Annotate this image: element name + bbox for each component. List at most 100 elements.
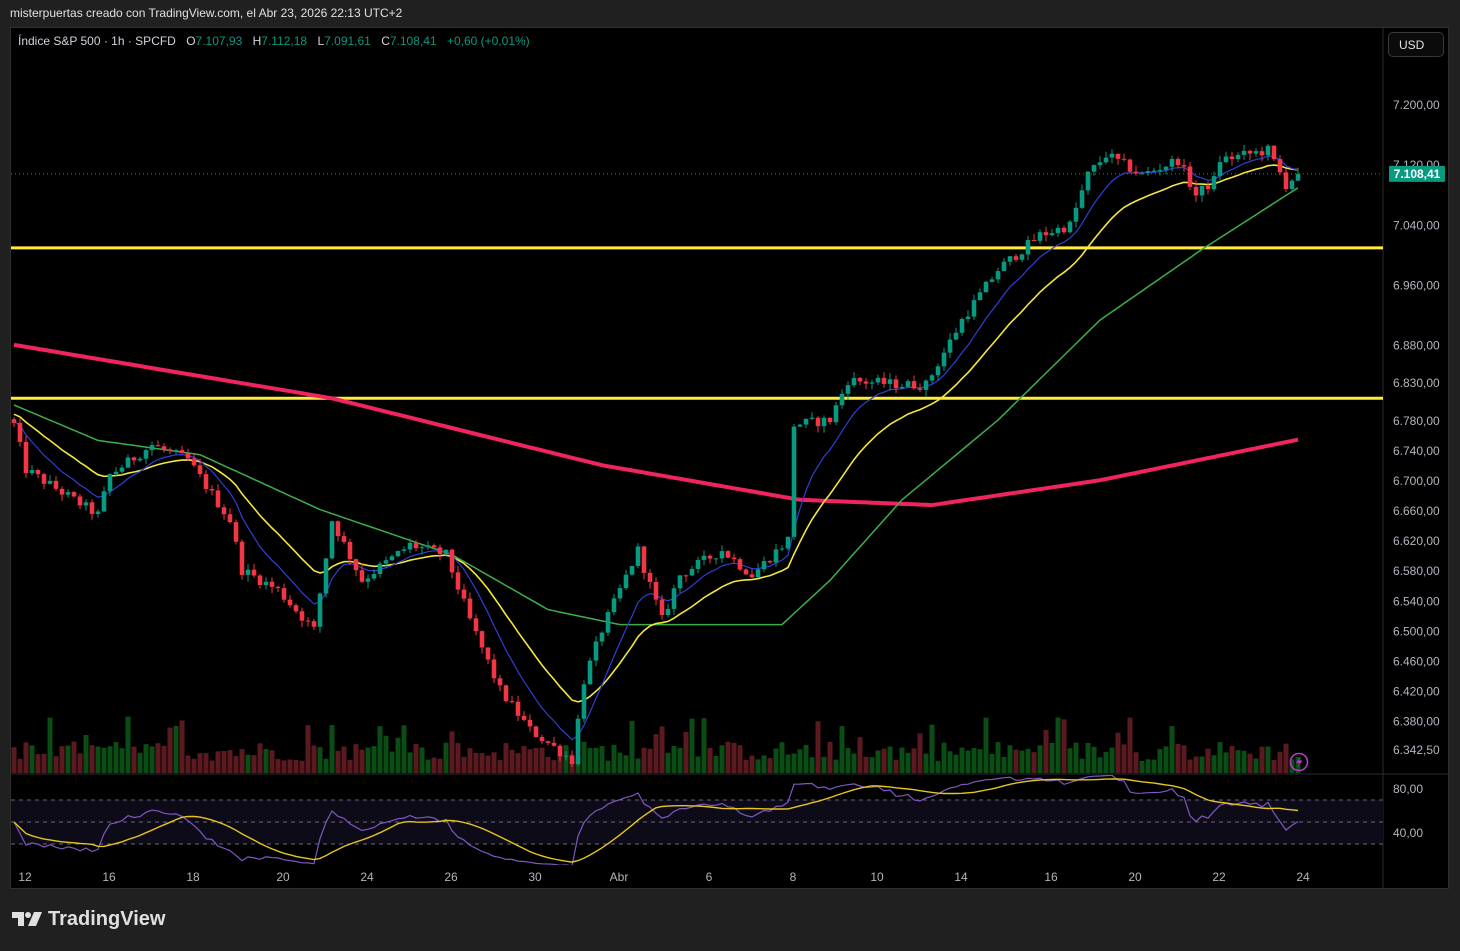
candle-body	[839, 393, 845, 406]
candle-body	[329, 521, 335, 559]
candle-body	[29, 470, 35, 474]
candle-body	[383, 560, 389, 564]
volume-bar	[287, 759, 293, 773]
volume-bar	[767, 758, 773, 773]
candle-body	[275, 586, 281, 589]
volume-bar	[413, 743, 419, 773]
price-tick-label: 6.700,00	[1393, 474, 1440, 488]
volume-bar	[539, 747, 545, 773]
indicator-lines	[11, 155, 1383, 741]
candle-body	[239, 541, 245, 575]
volume-bar	[65, 745, 71, 773]
volume-bar	[11, 747, 17, 773]
candle-body	[23, 441, 29, 474]
candle-body	[191, 458, 197, 466]
candle-body	[353, 559, 359, 571]
candle-body	[1079, 190, 1085, 208]
volume-bar	[89, 745, 95, 773]
candle-body	[641, 546, 647, 573]
candle-body	[1259, 151, 1265, 156]
candle-body	[1169, 158, 1175, 167]
volume-bar	[719, 745, 725, 773]
candle-body	[407, 542, 413, 550]
price-axis[interactable]: 7.200,007.120,007.040,006.960,006.880,00…	[1393, 98, 1440, 840]
volume-bar	[137, 752, 143, 773]
candle-body	[779, 548, 785, 550]
volume-bar	[953, 754, 959, 773]
volume-bar	[1265, 746, 1271, 773]
candle-body	[833, 405, 839, 423]
volume-bar	[1259, 746, 1265, 773]
candle-body	[101, 491, 107, 512]
candle-body	[821, 417, 827, 427]
candle-body	[893, 379, 899, 389]
volume-bar	[1151, 759, 1157, 773]
candle-body	[479, 631, 485, 648]
candle-body	[695, 559, 701, 569]
candle-body	[155, 445, 161, 447]
volume-bar	[71, 741, 77, 773]
price-tick-label: 6.540,00	[1393, 594, 1440, 608]
candle-body	[131, 457, 137, 461]
candle-body	[707, 555, 713, 559]
price-tick-label: 6.620,00	[1393, 534, 1440, 548]
candle-body	[1181, 165, 1187, 167]
volume-bar	[275, 758, 281, 773]
candle-body	[539, 737, 545, 742]
chart-canvas[interactable]: 7.200,007.120,007.040,006.960,006.880,00…	[0, 0, 1460, 951]
volume-bar	[935, 760, 941, 773]
current-price-label: 7.108,41	[1394, 167, 1441, 181]
volume-bar	[1127, 717, 1133, 773]
candle-body	[89, 502, 95, 514]
currency-button[interactable]: USD	[1388, 32, 1444, 57]
candle-body	[119, 467, 125, 472]
volume-bar	[17, 758, 23, 773]
volume-bar	[227, 750, 233, 773]
volume-bar	[533, 747, 539, 773]
volume-bar	[1235, 750, 1241, 773]
time-tick-label: 24	[360, 870, 374, 884]
candle-body	[713, 558, 719, 560]
volume-bar	[833, 759, 839, 773]
candle-body	[647, 572, 653, 582]
volume-bar	[167, 727, 173, 773]
volume-bar	[635, 758, 641, 773]
volume-bar	[305, 725, 311, 773]
volume-bar	[155, 743, 161, 773]
symbol-title[interactable]: Índice S&P 500 · 1h · SPCFD	[18, 34, 176, 48]
candle-body	[419, 547, 425, 549]
volume-bar	[1049, 742, 1055, 773]
candle-body	[725, 551, 731, 558]
candle-body	[461, 589, 467, 599]
volume-bar	[893, 759, 899, 773]
candle-body	[1031, 239, 1037, 241]
time-tick-label: 14	[954, 870, 968, 884]
volume-bar	[749, 755, 755, 773]
candle-body	[1193, 186, 1199, 196]
price-tick-label: 6.780,00	[1393, 414, 1440, 428]
volume-bar	[581, 741, 587, 773]
volume-bar	[1073, 742, 1079, 773]
candle-body	[1271, 145, 1277, 160]
candle-body	[845, 385, 851, 394]
time-axis[interactable]: 12 16 18 20 24 26 30 Abr 6 8 10 14 16 20 22 24	[18, 870, 1310, 884]
volume-bar	[695, 756, 701, 773]
candle-body	[569, 755, 575, 765]
volume-bar	[971, 748, 977, 773]
candle-body	[677, 575, 683, 589]
ma-slow-line	[13, 187, 1299, 626]
volume-bar	[197, 753, 203, 773]
candle-body	[215, 490, 221, 508]
candle-body	[1025, 239, 1031, 255]
candle-body	[95, 511, 101, 514]
candle-body	[815, 417, 821, 427]
candle-body	[1013, 256, 1019, 260]
volume-bar	[959, 747, 965, 773]
volume-bar	[1055, 717, 1061, 773]
tradingview-logo[interactable]: TradingView	[12, 908, 165, 931]
candle-body	[527, 719, 533, 727]
volume-bar	[983, 717, 989, 773]
volume-bar	[851, 753, 857, 773]
volume-bar	[101, 747, 107, 773]
candle-body	[521, 715, 527, 720]
